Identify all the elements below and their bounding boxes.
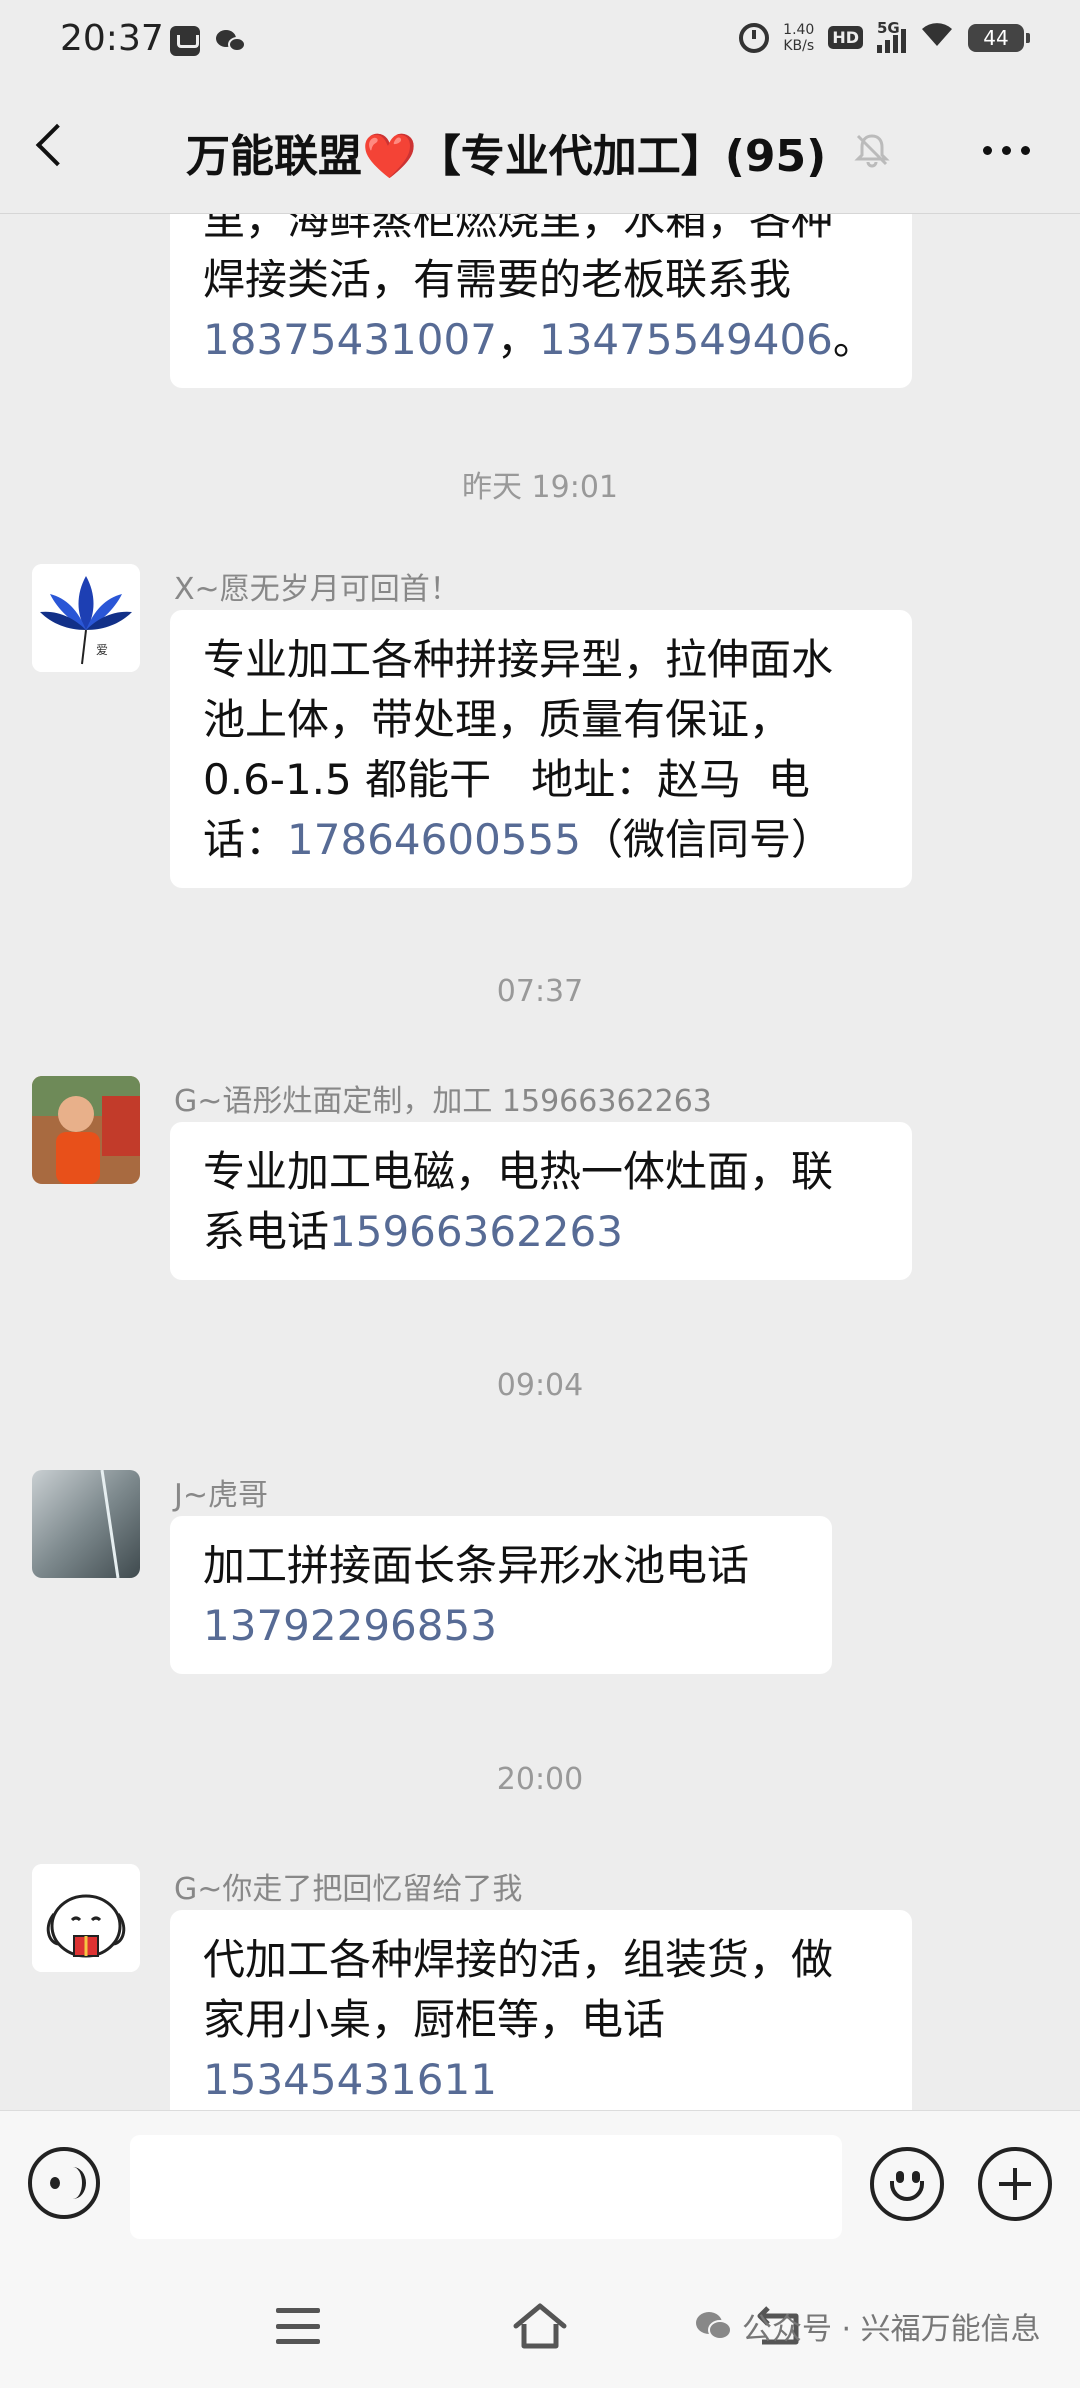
message-line: 代加工各种焊接的活，组装货，做 <box>203 1935 834 1984</box>
message-line: 加工拼接面长条异形水池电话 <box>203 1541 750 1590</box>
avatar[interactable] <box>32 1864 140 1972</box>
sender-name: G~你走了把回忆留给了我 <box>174 1872 523 1907</box>
system-nav-bar: 公众号 · 兴福万能信息 <box>0 2260 1080 2388</box>
message-line: 系电话15966362263 <box>203 1202 880 1262</box>
wechat-logo-icon <box>696 2312 732 2340</box>
clipped-line: 里，海鲜蒸柜燃烧里，水箱，各种 <box>203 214 834 244</box>
message-line: 家用小桌，厨柜等，电话 <box>203 1995 666 2044</box>
battery-icon: 44 <box>968 23 1030 52</box>
wifi-icon <box>920 20 954 55</box>
sender-name: X~愿无岁月可回首！ <box>174 572 460 607</box>
chat-header: 万能联盟❤️【专业代加工】(95) <box>0 84 1080 214</box>
message-line: 专业加工各种拼接异型，拉伸面水 <box>203 635 834 684</box>
svg-text:爱: 爱 <box>96 643 108 657</box>
title-suffix: 【专业代加工】(95) <box>416 131 827 182</box>
watermark: 公众号 · 兴福万能信息 <box>694 2304 1041 2348</box>
hd-badge: HD <box>828 26 863 49</box>
separator: ， <box>496 315 539 364</box>
text: 话： <box>203 815 288 864</box>
phone-link[interactable]: 15345431611 <box>203 2050 880 2110</box>
message-line: 话：17864600555（微信同号） <box>203 810 880 870</box>
message-bubble[interactable]: 专业加工电磁，电热一体灶面，联 系电话15966362263 <box>170 1122 912 1280</box>
message-line: 专业加工电磁，电热一体灶面，联 <box>203 1147 834 1196</box>
wechat-notification-icon <box>216 26 248 56</box>
timestamp: 昨天 19:01 <box>462 470 618 505</box>
chat-title[interactable]: 万能联盟❤️【专业代加工】(95) <box>186 120 826 184</box>
message-notification-icon <box>170 26 200 56</box>
phone-link[interactable]: 17864600555 <box>287 815 581 864</box>
net-speed-value: 1.40 <box>783 21 815 38</box>
phone-link[interactable]: 15966362263 <box>329 1207 623 1256</box>
net-speed-unit: KB/s <box>783 37 815 54</box>
title-prefix: 万能联盟 <box>186 131 362 182</box>
network-type: 5G <box>877 18 900 37</box>
alarm-icon <box>739 22 770 53</box>
phone-link[interactable]: 13792296853 <box>203 1596 800 1656</box>
voice-input-icon[interactable] <box>28 2147 100 2219</box>
message-line: 池上体，带处理，质量有保证， <box>203 695 792 744</box>
phone-link[interactable]: 18375431007 <box>203 315 497 364</box>
heart-icon: ❤️ <box>362 131 417 182</box>
more-functions-icon[interactable] <box>978 2147 1052 2221</box>
mute-bell-icon <box>854 134 890 168</box>
message-line: 0.6-1.5 都能干 地址：赵马 电 <box>203 755 810 804</box>
text: （微信同号） <box>580 815 833 864</box>
avatar[interactable] <box>32 1076 140 1184</box>
signal-icon: 5G <box>877 19 906 53</box>
chat-area[interactable]: 里，海鲜蒸柜燃烧里，水箱，各种 焊接类活，有需要的老板联系我 183754310… <box>0 214 1080 2110</box>
lotus-avatar-image: 爱 <box>32 564 140 672</box>
back-icon[interactable] <box>35 123 79 167</box>
more-icon[interactable] <box>983 146 1030 155</box>
child-photo-avatar-image <box>32 1076 140 1184</box>
metal-sheet-avatar-image <box>32 1470 140 1578</box>
status-time: 20:37 <box>60 18 164 59</box>
text: 系电话 <box>203 1207 330 1256</box>
message-bubble[interactable]: 加工拼接面长条异形水池电话 13792296853 <box>170 1516 832 1674</box>
net-speed: 1.40 KB/s <box>783 22 814 54</box>
sender-name: J~虎哥 <box>174 1478 268 1513</box>
message-bubble[interactable]: 代加工各种焊接的活，组装货，做 家用小桌，厨柜等，电话 15345431611 <box>170 1910 912 2110</box>
emoji-icon[interactable] <box>870 2147 944 2221</box>
home-icon[interactable] <box>510 2300 570 2352</box>
status-right: 1.40 KB/s HD 5G 44 <box>739 19 1030 55</box>
avatar[interactable] <box>32 1470 140 1578</box>
message-line: 18375431007，13475549406。 <box>203 310 880 370</box>
notification-icons <box>170 26 248 56</box>
message-bubble[interactable]: 里，海鲜蒸柜燃烧里，水箱，各种 焊接类活，有需要的老板联系我 183754310… <box>170 214 912 388</box>
status-bar: 20:37 1.40 KB/s HD 5G 44 <box>0 0 1080 84</box>
watermark-text: 公众号 · 兴福万能信息 <box>742 2312 1041 2347</box>
message-bubble[interactable]: 专业加工各种拼接异型，拉伸面水 池上体，带处理，质量有保证， 0.6-1.5 都… <box>170 610 912 888</box>
timestamp: 20:00 <box>496 1762 584 1797</box>
sender-name: G~语彤灶面定制，加工 15966362263 <box>174 1084 712 1119</box>
cartoon-dog-avatar-image <box>32 1864 140 1972</box>
menu-icon[interactable] <box>276 2308 320 2344</box>
avatar[interactable]: 爱 <box>32 564 140 672</box>
punctuation: 。 <box>832 315 875 364</box>
input-bar <box>0 2110 1080 2260</box>
message-input[interactable] <box>130 2135 842 2239</box>
timestamp: 09:04 <box>496 1368 584 1403</box>
timestamp: 07:37 <box>496 974 584 1009</box>
message-line: 焊接类活，有需要的老板联系我 <box>203 255 792 304</box>
phone-link[interactable]: 13475549406 <box>539 315 833 364</box>
